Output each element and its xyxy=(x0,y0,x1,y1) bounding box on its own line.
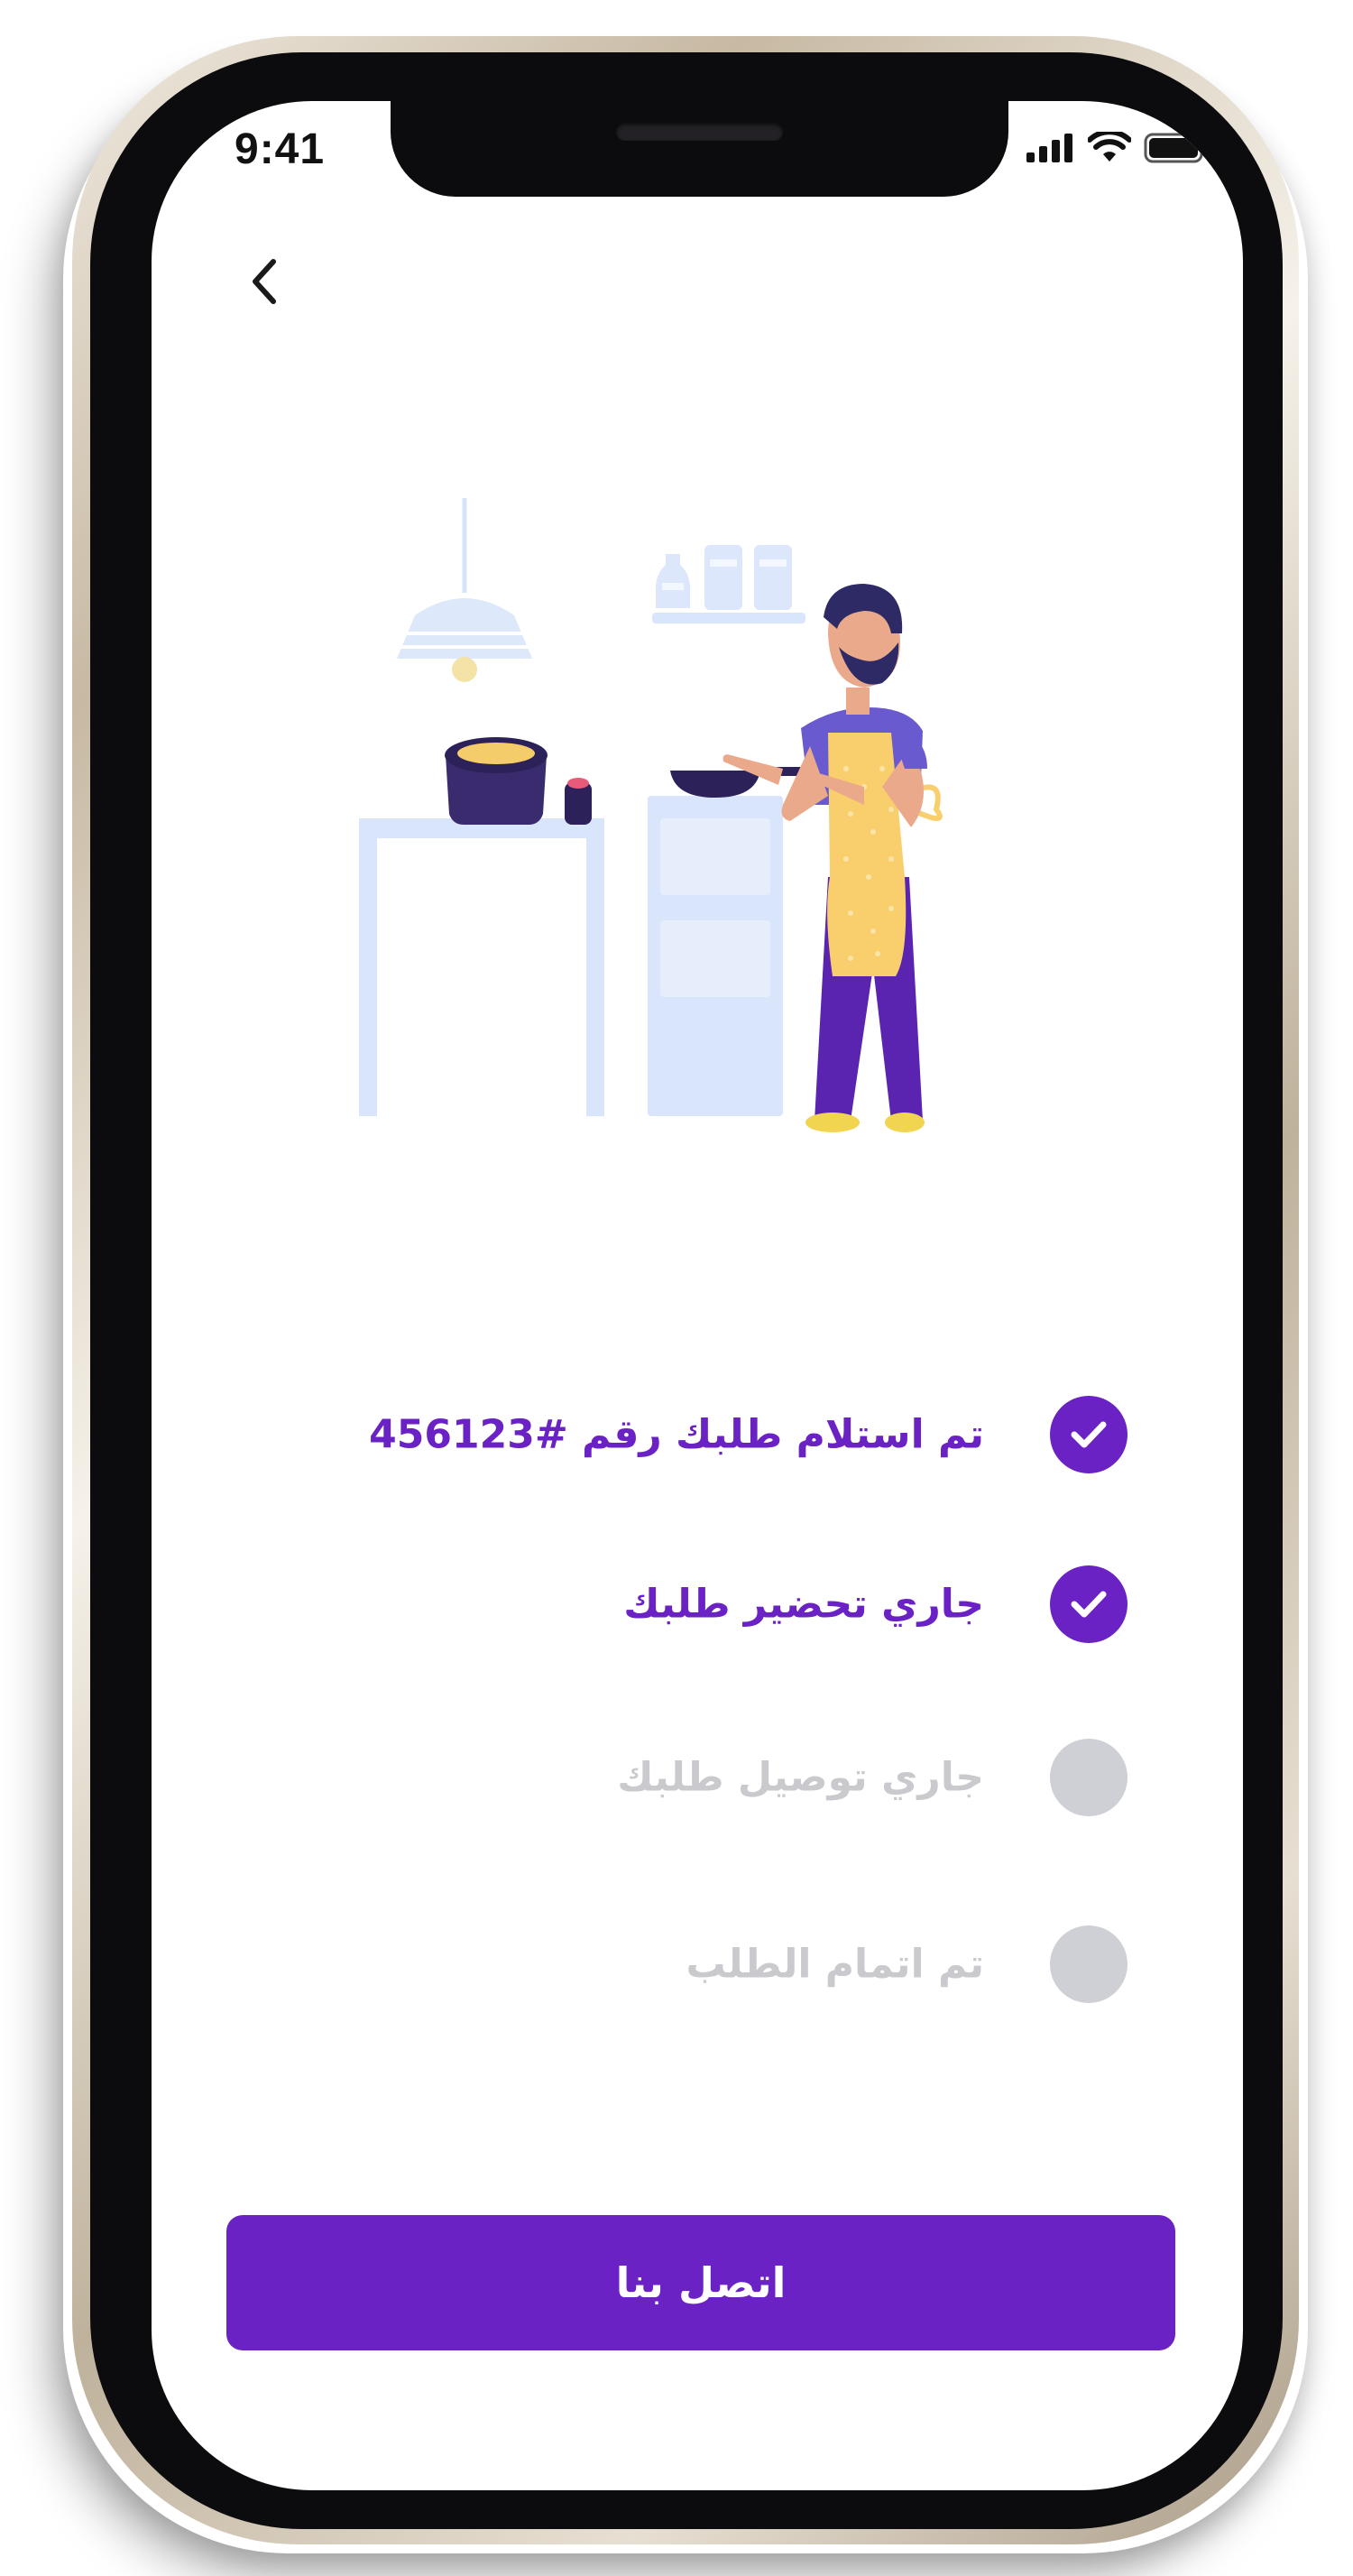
step-completed: تم اتمام الطلب xyxy=(152,1919,1243,2009)
step-label: جاري تحضير طلبك xyxy=(623,1581,984,1628)
contact-us-button[interactable]: اتصل بنا xyxy=(226,2215,1175,2350)
back-button[interactable] xyxy=(233,245,296,318)
status-time: 9:41 xyxy=(235,125,326,173)
step-label: تم اتمام الطلب xyxy=(686,1941,984,1988)
status-icons xyxy=(1025,132,1209,164)
chef-cooking-illustration xyxy=(359,498,943,1132)
cellular-signal-icon xyxy=(1026,134,1072,162)
step-status-badge xyxy=(1050,1396,1128,1473)
pending-dot-icon xyxy=(1050,1739,1128,1816)
battery-icon xyxy=(1144,133,1208,163)
pending-dot-icon xyxy=(1050,1925,1128,2003)
check-icon xyxy=(1071,1421,1107,1448)
step-label: جاري توصيل طلبك xyxy=(617,1754,984,1801)
step-delivering: جاري توصيل طلبك xyxy=(152,1732,1243,1823)
chevron-left-icon xyxy=(253,259,276,304)
check-icon xyxy=(1071,1591,1107,1618)
app-screen: 9:41 تم استلام طلبك رقم #456123 جاري تحض… xyxy=(152,101,1243,2490)
step-label: تم استلام طلبك رقم #456123 xyxy=(369,1411,984,1458)
step-order-received: تم استلام طلبك رقم #456123 xyxy=(152,1390,1243,1480)
notch xyxy=(391,101,1008,197)
wifi-icon xyxy=(1088,132,1131,162)
step-status-badge xyxy=(1050,1565,1128,1643)
step-preparing: جاري تحضير طلبك xyxy=(152,1559,1243,1649)
device-mockup: 9:41 تم استلام طلبك رقم #456123 جاري تحض… xyxy=(0,0,1353,2576)
speaker-grille xyxy=(616,123,783,141)
